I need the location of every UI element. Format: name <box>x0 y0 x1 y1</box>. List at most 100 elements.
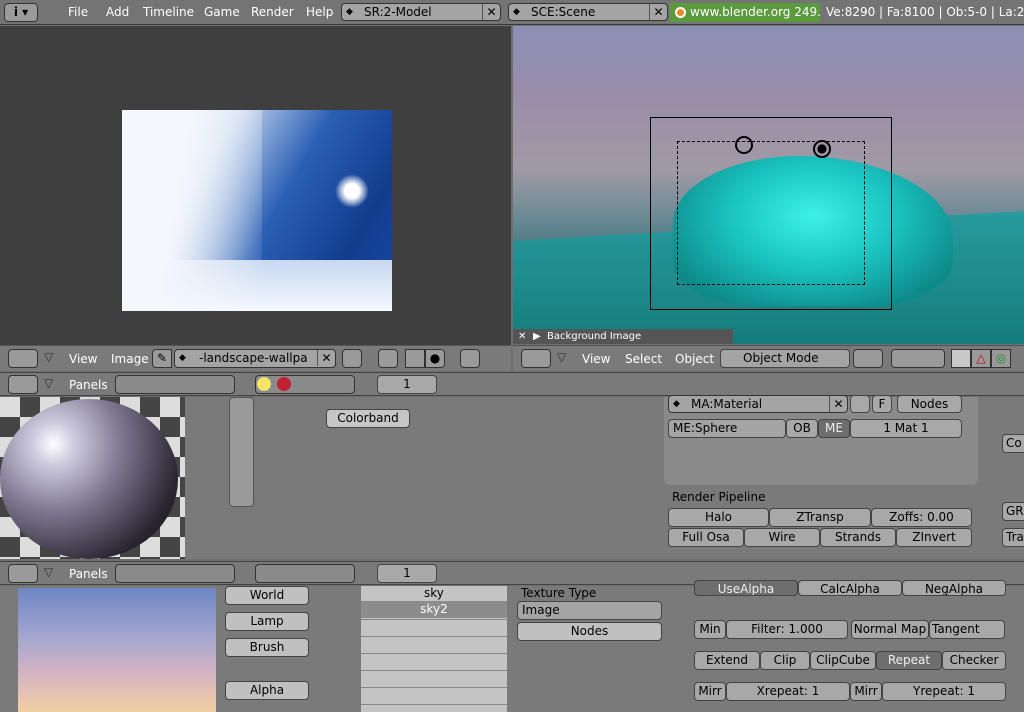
context-buttons[interactable] <box>115 564 235 583</box>
image-selector[interactable]: ◆ -landscape-wallpa ✕ <box>174 349 336 368</box>
close-icon[interactable]: ✕ <box>649 4 667 20</box>
editor-type-icon[interactable] <box>521 349 551 368</box>
menu-panels[interactable]: Panels <box>69 378 108 392</box>
full-osa-toggle[interactable]: Full Osa <box>668 528 744 547</box>
colorband-button[interactable]: Colorband <box>326 409 410 428</box>
rotate-icon[interactable]: △ <box>971 349 991 368</box>
fake-user-button[interactable]: F <box>872 395 892 413</box>
close-icon[interactable]: ✕ <box>518 329 526 344</box>
background-image-panel[interactable]: ✕ ▶ Background Image <box>513 329 733 344</box>
right-button-co[interactable]: Co <box>1002 434 1024 453</box>
menu-add[interactable]: Add <box>106 5 129 19</box>
menu-object[interactable]: Object <box>675 352 714 366</box>
menu-panels[interactable]: Panels <box>69 567 108 581</box>
frame-number[interactable]: 1 <box>377 564 437 583</box>
blender-url[interactable]: www.blender.org 249.2 <box>670 3 820 22</box>
lamp-icon[interactable] <box>735 136 753 154</box>
nodes-button[interactable]: Nodes <box>897 395 962 413</box>
context-buttons[interactable] <box>115 375 235 394</box>
editor-type-icon[interactable] <box>8 349 38 368</box>
collapse-arrow-icon[interactable]: ▽ <box>44 565 53 579</box>
editor-type-icon[interactable] <box>8 564 38 583</box>
nodes-button[interactable]: Nodes <box>517 622 662 641</box>
expand-arrow-icon[interactable]: ▶ <box>533 329 541 344</box>
menu-help[interactable]: Help <box>306 5 333 19</box>
material-count[interactable]: 1 Mat 1 <box>850 419 962 438</box>
menu-file[interactable]: File <box>68 5 88 19</box>
mesh-link[interactable]: ME:Sphere <box>668 419 786 438</box>
editor-type-icon[interactable] <box>8 375 38 394</box>
normal-map-toggle[interactable]: Normal Map <box>851 620 929 639</box>
alpha-button[interactable]: Alpha <box>225 681 309 700</box>
hand-icon[interactable] <box>951 349 971 368</box>
menu-image[interactable]: Image <box>111 352 149 366</box>
clipcube-option[interactable]: ClipCube <box>810 651 876 670</box>
wire-toggle[interactable]: Wire <box>744 528 820 547</box>
material-selector[interactable]: ◆ MA:Material ✕ <box>668 395 848 413</box>
image-editor[interactable] <box>0 26 511 345</box>
mirr-x-toggle[interactable]: Mirr <box>694 682 726 701</box>
menu-render[interactable]: Render <box>251 5 294 19</box>
neg-alpha-toggle[interactable]: NegAlpha <box>902 580 1006 596</box>
lamp-button[interactable]: Lamp <box>225 612 309 631</box>
collapse-arrow-icon[interactable]: ▽ <box>44 350 53 364</box>
repeat-option[interactable]: Repeat <box>876 651 942 670</box>
menu-select[interactable]: Select <box>625 352 662 366</box>
menu-timeline[interactable]: Timeline <box>143 5 194 19</box>
paint-icon[interactable] <box>378 349 398 368</box>
close-icon[interactable]: ✕ <box>317 350 335 366</box>
calc-alpha-toggle[interactable]: CalcAlpha <box>798 580 902 596</box>
zinvert-toggle[interactable]: ZInvert <box>896 528 972 547</box>
zoffs-slider[interactable]: Zoffs: 0.00 <box>871 508 972 527</box>
pin-icon[interactable] <box>342 349 362 368</box>
texture-slot-sky[interactable]: sky <box>424 586 444 600</box>
close-icon[interactable]: ✕ <box>482 4 500 20</box>
mirr-y-toggle[interactable]: Mirr <box>850 682 882 701</box>
lock-icon[interactable] <box>460 349 480 368</box>
collapse-arrow-icon[interactable]: ▽ <box>557 350 566 364</box>
scale-icon[interactable]: ◎ <box>991 349 1011 368</box>
menu-view[interactable]: View <box>582 352 610 366</box>
menu-view[interactable]: View <box>69 352 97 366</box>
pencil-icon[interactable]: ✎ <box>152 349 172 368</box>
me-toggle[interactable]: ME <box>818 419 850 438</box>
shading-icon[interactable] <box>853 349 883 368</box>
record-icon[interactable]: ● <box>425 349 445 368</box>
brush-button[interactable]: Brush <box>225 638 309 657</box>
filter-slider[interactable]: Filter: 1.000 <box>726 620 848 639</box>
3d-viewport[interactable]: ● ✕ ▶ Background Image <box>513 26 1024 344</box>
min-toggle[interactable]: Min <box>694 620 726 639</box>
screen-selector[interactable]: ◆ SR:2-Model ✕ <box>341 3 501 21</box>
halo-toggle[interactable]: Halo <box>668 508 769 527</box>
car-icon[interactable] <box>850 395 870 413</box>
texture-type-selector[interactable]: Image <box>517 601 662 620</box>
checker-option[interactable]: Checker <box>942 651 1006 670</box>
collapse-arrow-icon[interactable]: ▽ <box>44 376 53 390</box>
right-button-tra[interactable]: Tra <box>1002 528 1024 547</box>
xrepeat-slider[interactable]: Xrepeat: 1 <box>726 682 850 701</box>
material-context-icon[interactable] <box>277 377 291 391</box>
right-button-gr[interactable]: GR <box>1002 502 1024 521</box>
info-icon[interactable]: i ▾ <box>4 3 38 22</box>
use-alpha-toggle[interactable]: UseAlpha <box>694 580 798 596</box>
mode-selector[interactable]: Object Mode <box>720 349 850 368</box>
world-button[interactable]: World <box>225 586 309 605</box>
yrepeat-slider[interactable]: Yrepeat: 1 <box>882 682 1006 701</box>
texture-slot-sky2[interactable]: sky2 <box>361 601 507 618</box>
lamp-context-icon[interactable] <box>257 377 271 391</box>
preview-type-buttons[interactable] <box>229 397 254 507</box>
menu-game[interactable]: Game <box>204 5 240 19</box>
uv-icon[interactable] <box>405 349 425 368</box>
clip-option[interactable]: Clip <box>760 651 810 670</box>
pivot-icon[interactable] <box>891 349 945 368</box>
extend-option[interactable]: Extend <box>694 651 760 670</box>
frame-number[interactable]: 1 <box>377 375 437 394</box>
subcontext-buttons[interactable] <box>255 564 355 583</box>
close-icon[interactable]: ✕ <box>829 396 847 412</box>
ztransp-toggle[interactable]: ZTransp <box>769 508 871 527</box>
ob-toggle[interactable]: OB <box>786 419 818 438</box>
tangent-selector[interactable]: Tangent <box>929 620 1005 639</box>
lamp-icon[interactable]: ● <box>813 140 831 158</box>
strands-button[interactable]: Strands <box>820 528 896 547</box>
scene-selector[interactable]: ◆ SCE:Scene ✕ <box>508 3 668 21</box>
